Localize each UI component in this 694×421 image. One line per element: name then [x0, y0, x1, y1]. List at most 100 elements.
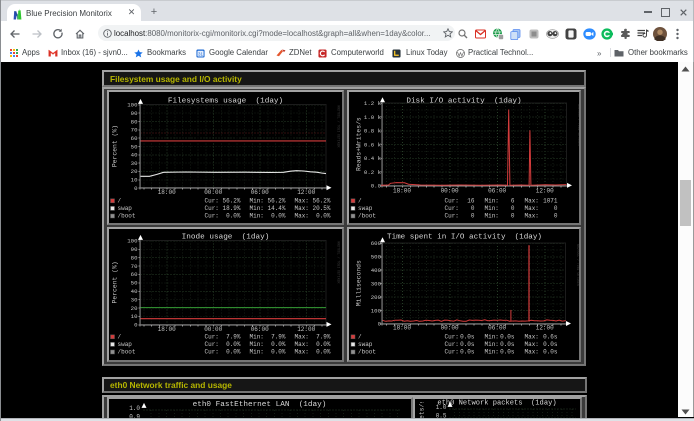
svg-text:600: 600: [370, 240, 381, 247]
svg-text:/boot: /boot: [358, 349, 376, 356]
svg-text:swap: swap: [358, 205, 373, 212]
svg-text:0.0%: 0.0%: [226, 349, 241, 356]
svg-text:00:00: 00:00: [440, 325, 458, 332]
svg-text:0.0%: 0.0%: [226, 341, 241, 348]
svg-text:0: 0: [134, 185, 138, 192]
svg-text:Cur:: Cur:: [444, 341, 458, 348]
svg-text:Max:: Max:: [294, 197, 308, 204]
svg-text:Milliseconds: Milliseconds: [355, 260, 362, 306]
svg-text:0.0%: 0.0%: [316, 349, 331, 356]
svg-text:1.2 k: 1.2 k: [363, 100, 381, 107]
svg-text:12:00: 12:00: [297, 326, 315, 333]
svg-text:0.4 k: 0.4 k: [363, 155, 381, 162]
svg-text:1071: 1071: [543, 197, 558, 204]
svg-text:30: 30: [130, 296, 137, 303]
svg-text:06:00: 06:00: [488, 325, 506, 332]
svg-text:80: 80: [130, 118, 137, 125]
svg-text:12:00: 12:00: [297, 189, 315, 196]
svg-text:0.0: 0.0: [370, 183, 381, 190]
svg-text:0.6s: 0.6s: [543, 333, 558, 340]
svg-text:Cur:: Cur:: [204, 341, 218, 348]
svg-text:06:00: 06:00: [488, 188, 506, 195]
svg-text:/boot: /boot: [117, 213, 135, 220]
svg-text:0.8 k: 0.8 k: [363, 128, 381, 135]
svg-text:Min:: Min:: [484, 341, 498, 348]
svg-text:Max:: Max:: [524, 349, 538, 356]
svg-text:Min:: Min:: [249, 205, 263, 212]
svg-text:swap: swap: [117, 205, 132, 212]
svg-text:Time spent in I/O activity (1: Time spent in I/O activity (1day): [387, 234, 542, 242]
svg-text:0.0%: 0.0%: [271, 213, 286, 220]
svg-text:0: 0: [553, 205, 557, 212]
svg-text:0.0%: 0.0%: [316, 213, 331, 220]
svg-text:7.9%: 7.9%: [271, 333, 286, 340]
svg-text:0.0%: 0.0%: [271, 341, 286, 348]
svg-text:swap: swap: [117, 341, 132, 348]
svg-text:31: 31: [198, 51, 204, 56]
svg-text:1.0: 1.0: [129, 404, 140, 411]
svg-text:Percent (%): Percent (%): [111, 261, 118, 303]
svg-text:500: 500: [370, 253, 381, 260]
svg-text:0.0s: 0.0s: [460, 333, 475, 340]
svg-text:400: 400: [370, 267, 381, 274]
svg-text:Cur:: Cur:: [444, 213, 458, 220]
svg-text:90: 90: [130, 246, 137, 253]
svg-text:18.9%: 18.9%: [222, 205, 240, 212]
svg-text:Min:: Min:: [249, 341, 263, 348]
svg-text:/: /: [358, 197, 362, 204]
svg-text:60: 60: [130, 135, 137, 142]
svg-text:0.0s: 0.0s: [460, 349, 475, 356]
svg-text:56.2%: 56.2%: [312, 197, 330, 204]
svg-text:Min:: Min:: [249, 333, 263, 340]
svg-text:0.2 k: 0.2 k: [363, 169, 381, 176]
svg-text:Min:: Min:: [249, 197, 263, 204]
svg-text:0.6 k: 0.6 k: [363, 141, 381, 148]
svg-text:0.0%: 0.0%: [271, 349, 286, 356]
svg-text:/: /: [117, 333, 121, 340]
svg-text:Max:: Max:: [524, 333, 538, 340]
svg-text:0.0s: 0.0s: [500, 341, 515, 348]
svg-text:10: 10: [130, 313, 137, 320]
svg-text:0.0s: 0.0s: [500, 349, 515, 356]
svg-text:Max:: Max:: [294, 333, 308, 340]
svg-text:1.0: 1.0: [436, 403, 447, 410]
svg-text:Max:: Max:: [294, 341, 308, 348]
svg-text:Cur:: Cur:: [204, 205, 218, 212]
svg-text:0.0s: 0.0s: [543, 341, 558, 348]
svg-text:06:00: 06:00: [250, 189, 268, 196]
svg-text:RRDTOOL / TOBI OETIKER: RRDTOOL / TOBI OETIKER: [576, 244, 580, 286]
svg-text:40: 40: [130, 288, 137, 295]
svg-text:56.2%: 56.2%: [267, 197, 285, 204]
svg-text:50: 50: [130, 143, 137, 150]
svg-text:100: 100: [127, 102, 138, 109]
svg-text:Cur:: Cur:: [204, 333, 218, 340]
svg-text:Cur:: Cur:: [444, 349, 458, 356]
svg-text:Min:: Min:: [249, 349, 263, 356]
svg-text:0: 0: [470, 205, 474, 212]
svg-text:/boot: /boot: [358, 213, 376, 220]
svg-text:20: 20: [130, 168, 137, 175]
svg-text:0: 0: [377, 321, 381, 328]
svg-text:/: /: [117, 197, 121, 204]
svg-text:70: 70: [130, 127, 137, 134]
svg-text:/boot: /boot: [117, 349, 135, 356]
svg-text:14.4%: 14.4%: [267, 205, 285, 212]
svg-text:Min:: Min:: [484, 349, 498, 356]
svg-text:0: 0: [470, 213, 474, 220]
svg-text:56.2%: 56.2%: [222, 197, 240, 204]
svg-text:RRDTOOL / TOBI OETIKER: RRDTOOL / TOBI OETIKER: [577, 104, 580, 146]
svg-text:Cur:: Cur:: [204, 213, 218, 220]
svg-text:16: 16: [467, 197, 475, 204]
svg-text:Max:: Max:: [294, 205, 308, 212]
svg-text:100: 100: [370, 307, 381, 314]
svg-text:7.9%: 7.9%: [316, 333, 331, 340]
svg-text:90: 90: [130, 110, 137, 117]
svg-text:Max:: Max:: [524, 213, 538, 220]
svg-text:00:00: 00:00: [440, 188, 458, 195]
svg-text:40: 40: [130, 152, 137, 159]
svg-text:300: 300: [370, 280, 381, 287]
svg-text:0: 0: [510, 205, 514, 212]
svg-text:60: 60: [130, 271, 137, 278]
svg-text:Inode usage (1day): Inode usage (1day): [181, 234, 269, 242]
svg-text:0: 0: [553, 213, 557, 220]
